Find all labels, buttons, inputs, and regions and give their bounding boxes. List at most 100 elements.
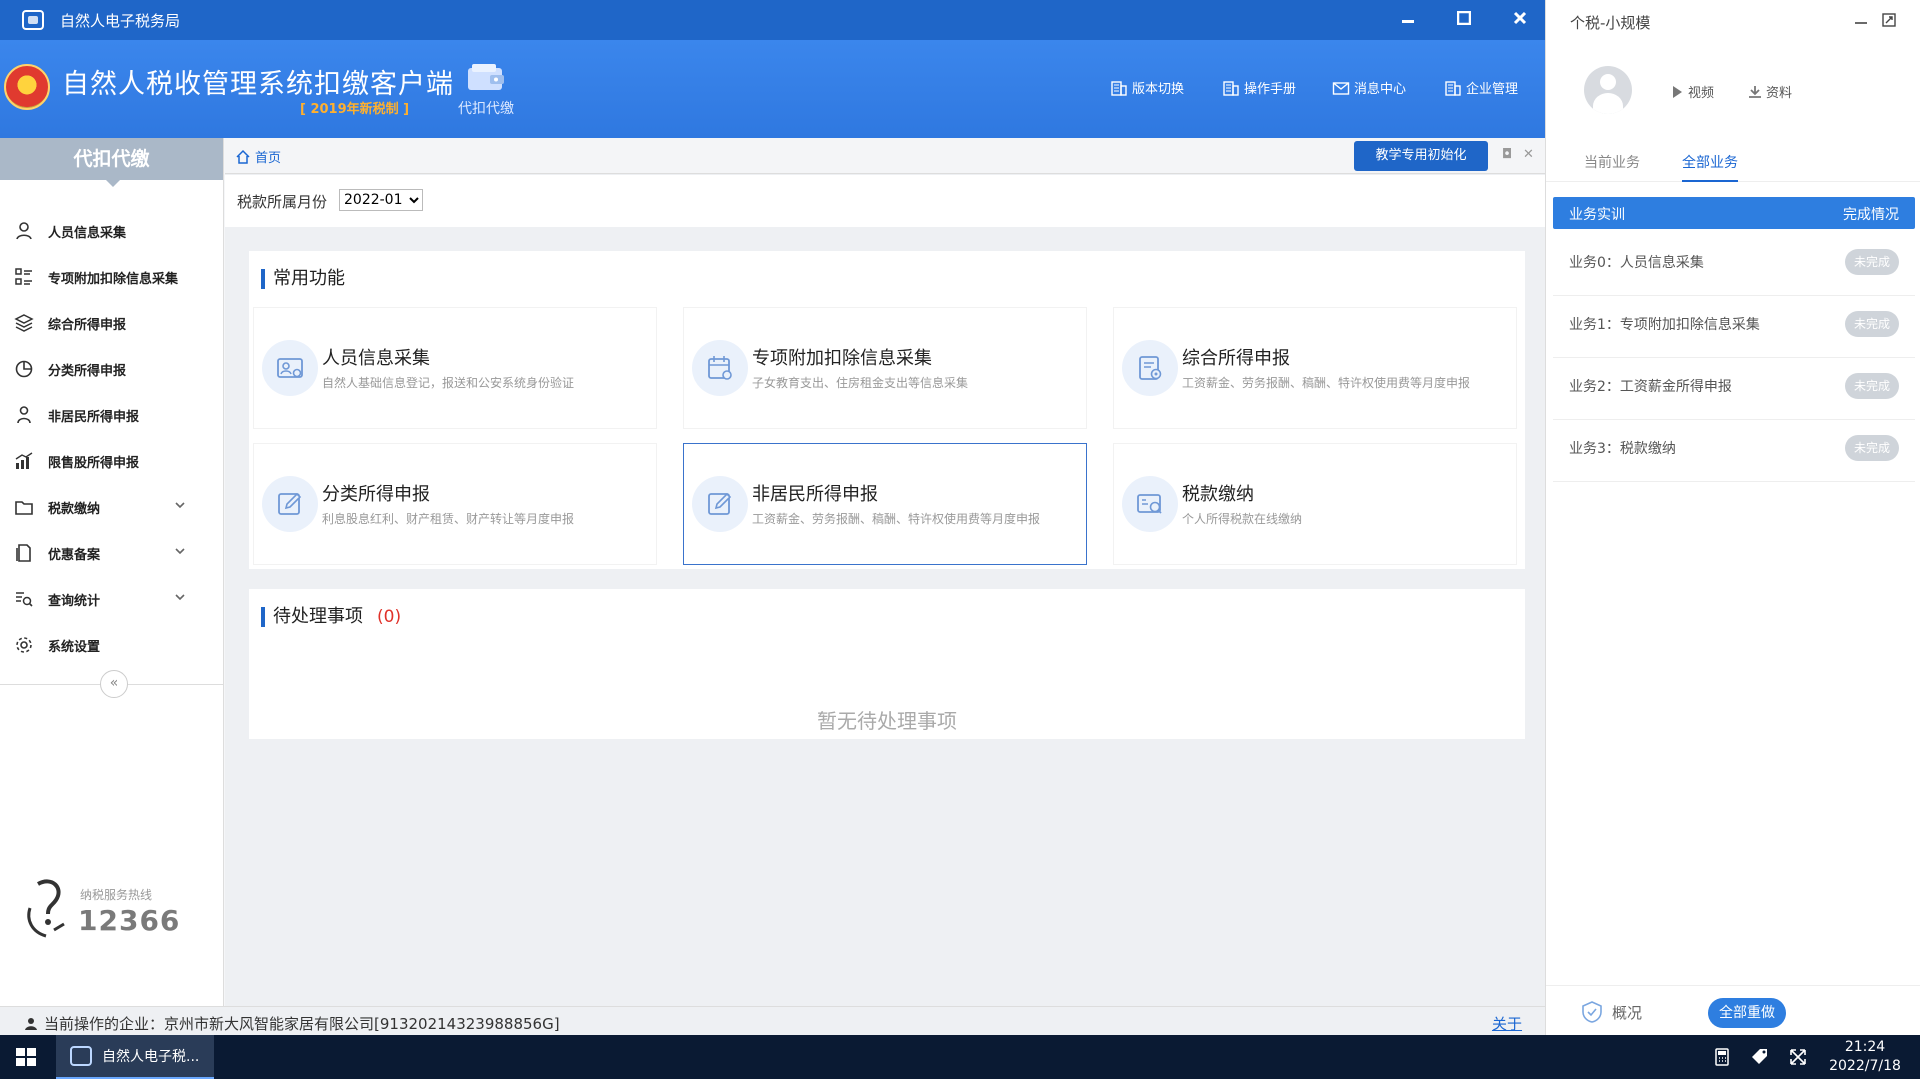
maximize-button[interactable] (1450, 6, 1478, 34)
module-withholding[interactable]: 代扣代缴 (446, 62, 526, 118)
sidebar-item-preferential-filing[interactable]: 优惠备案 (0, 530, 223, 576)
tab-current-business[interactable]: 当前业务 (1584, 152, 1640, 172)
close-button[interactable] (1506, 6, 1534, 34)
video-link[interactable]: 视频 (1670, 82, 1714, 101)
taskbar-clock[interactable]: 21:24 2022/7/18 (1820, 1038, 1910, 1076)
sidebar-collapse-button[interactable]: « (100, 670, 128, 698)
report-icon (1139, 356, 1162, 380)
sidebar-item-label: 综合所得申报 (48, 317, 127, 333)
tab-home[interactable]: 首页 (235, 147, 281, 166)
panel-minimize-button[interactable] (1854, 12, 1868, 31)
task-name: 业务2：工资薪金所得申报 (1569, 379, 1732, 395)
card-nonresident-income[interactable]: 非居民所得申报 工资薪金、劳务报酬、稿酬、特许权使用费等月度申报 (683, 443, 1087, 565)
task-item[interactable]: 业务0：人员信息采集 未完成 (1553, 234, 1915, 296)
panel-expand-button[interactable] (1882, 12, 1896, 31)
card-icon (692, 340, 748, 396)
calculator-icon[interactable] (1712, 1047, 1732, 1067)
card-classified-income[interactable]: 分类所得申报 利息股息红利、财产租赁、财产转让等月度申报 (253, 443, 657, 565)
period-select[interactable]: 2022-01 (339, 189, 423, 211)
sidebar-item-restricted-shares[interactable]: 限售股所得申报 (0, 438, 223, 484)
card-desc: 工资薪金、劳务报酬、稿酬、特许权使用费等月度申报 (752, 512, 1041, 526)
nav-manual[interactable]: 操作手册 (1222, 78, 1296, 97)
period-bar: 税款所属月份 2022-01 (225, 175, 1545, 227)
building-icon (1445, 80, 1461, 96)
sidebar-item-label: 优惠备案 (48, 547, 101, 563)
minimize-button[interactable] (1394, 6, 1422, 34)
shield-icon (1582, 1001, 1602, 1023)
about-link[interactable]: 关于 (1492, 1013, 1522, 1034)
book-icon (1223, 80, 1239, 96)
task-header-left: 业务实训 (1569, 207, 1625, 223)
sidebar-item-label: 系统设置 (48, 639, 101, 655)
id-card-icon (277, 358, 303, 378)
nav-version-switch[interactable]: 版本切换 (1110, 78, 1184, 97)
materials-link[interactable]: 资料 (1748, 82, 1792, 101)
sidebar-item-label: 专项附加扣除信息采集 (48, 271, 179, 287)
tab-bar: 首页 教学专用初始化 ◘ ✕ (225, 138, 1545, 174)
task-item[interactable]: 业务2：工资薪金所得申报 未完成 (1553, 358, 1915, 420)
nav-company-management[interactable]: 企业管理 (1444, 78, 1518, 97)
pie-chart-icon (15, 360, 33, 378)
overview-button[interactable]: 概况 (1580, 1000, 1642, 1024)
chevron-down-icon (175, 548, 185, 555)
title-bar: 自然人电子税务局 (0, 0, 1545, 40)
card-name: 分类所得申报 (322, 484, 430, 505)
card-icon (1122, 340, 1178, 396)
chevron-down-icon (175, 594, 185, 601)
card-icon (262, 340, 318, 396)
card-tax-payment[interactable]: 税款缴纳 个人所得税款在线缴纳 (1113, 443, 1517, 565)
period-label: 税款所属月份 (237, 193, 328, 211)
sidebar-item-comprehensive-income[interactable]: 综合所得申报 (0, 300, 223, 346)
overview-label: 概况 (1612, 1003, 1643, 1022)
card-name: 专项附加扣除信息采集 (752, 348, 932, 369)
card-icon (692, 476, 748, 532)
tab-all-business[interactable]: 全部业务 (1682, 152, 1738, 182)
tab-close-button[interactable]: ✕ (1523, 147, 1534, 162)
task-item[interactable]: 业务1：专项附加扣除信息采集 未完成 (1553, 296, 1915, 358)
sidebar-item-query-statistics[interactable]: 查询统计 (0, 576, 223, 622)
sidebar-item-label: 分类所得申报 (48, 363, 127, 379)
window-title: 自然人电子税务局 (60, 12, 181, 30)
sidebar-item-special-deduction[interactable]: 专项附加扣除信息采集 (0, 254, 223, 300)
task-status-badge: 未完成 (1845, 311, 1899, 337)
sidebar-item-nonresident-income[interactable]: 非居民所得申报 (0, 392, 223, 438)
card-personnel-info[interactable]: 人员信息采集 自然人基础信息登记，报送和公安系统身份验证 (253, 307, 657, 429)
card-name: 人员信息采集 (322, 348, 430, 369)
sidebar-item-tax-payment[interactable]: 税款缴纳 (0, 484, 223, 530)
sidebar-item-classified-income[interactable]: 分类所得申报 (0, 346, 223, 392)
tag-icon[interactable] (1750, 1047, 1770, 1067)
card-comprehensive-income[interactable]: 综合所得申报 工资薪金、劳务报酬、稿酬、特许权使用费等月度申报 (1113, 307, 1517, 429)
clock-time: 21:24 (1844, 1039, 1886, 1055)
payment-icon (1137, 494, 1162, 514)
sidebar-item-label: 税款缴纳 (48, 501, 101, 517)
sidebar-title: 代扣代缴 (0, 138, 223, 187)
card-special-deduction[interactable]: 专项附加扣除信息采集 子女教育支出、住房租金支出等信息采集 (683, 307, 1087, 429)
fullscreen-icon[interactable] (1788, 1047, 1808, 1067)
redo-all-button[interactable]: 全部重做 (1708, 998, 1786, 1028)
hotline-label: 纳税服务热线 (80, 888, 153, 902)
teaching-init-button[interactable]: 教学专用初始化 (1354, 141, 1488, 171)
sidebar: 代扣代缴 人员信息采集 专项附加扣除信息采集 综合所得申报 分类所得申报 非居民… (0, 138, 224, 1006)
edit-icon (278, 492, 302, 515)
wallet-icon (468, 64, 504, 90)
training-panel-title: 个税-小规模 (1570, 14, 1651, 32)
taskbar-app-tax[interactable]: 自然人电子税... (56, 1035, 214, 1079)
common-functions-panel: 常用功能 人员信息采集 自然人基础信息登记，报送和公安系统身份验证 专项附加扣除… (249, 251, 1525, 569)
clock-date: 2022/7/18 (1829, 1058, 1901, 1074)
tab-maximize-button[interactable]: ◘ (1502, 147, 1512, 162)
app-icon (70, 1046, 92, 1066)
nav-version-switch-label: 版本切换 (1132, 82, 1185, 97)
sidebar-item-label: 查询统计 (48, 593, 101, 609)
nav-company-management-label: 企业管理 (1466, 82, 1519, 97)
sidebar-item-personnel-info[interactable]: 人员信息采集 (0, 208, 223, 254)
nav-message-center[interactable]: 消息中心 (1332, 78, 1406, 97)
status-bar: 当前操作的企业：京州市新大风智能家居有限公司[91320214323988856… (0, 1006, 1545, 1035)
document-icon (16, 544, 31, 562)
sidebar-item-label: 非居民所得申报 (48, 409, 140, 425)
windows-start-icon[interactable] (16, 1048, 36, 1066)
chevron-down-icon (175, 502, 185, 509)
training-panel: 个税-小规模 视频 资料 当前业务 全部业务 业务实训 完成情况 业务0：人员信… (1545, 0, 1920, 1035)
task-name: 业务3：税款缴纳 (1569, 441, 1676, 457)
sidebar-item-system-settings[interactable]: 系统设置 (0, 622, 223, 668)
task-item[interactable]: 业务3：税款缴纳 未完成 (1553, 420, 1915, 482)
